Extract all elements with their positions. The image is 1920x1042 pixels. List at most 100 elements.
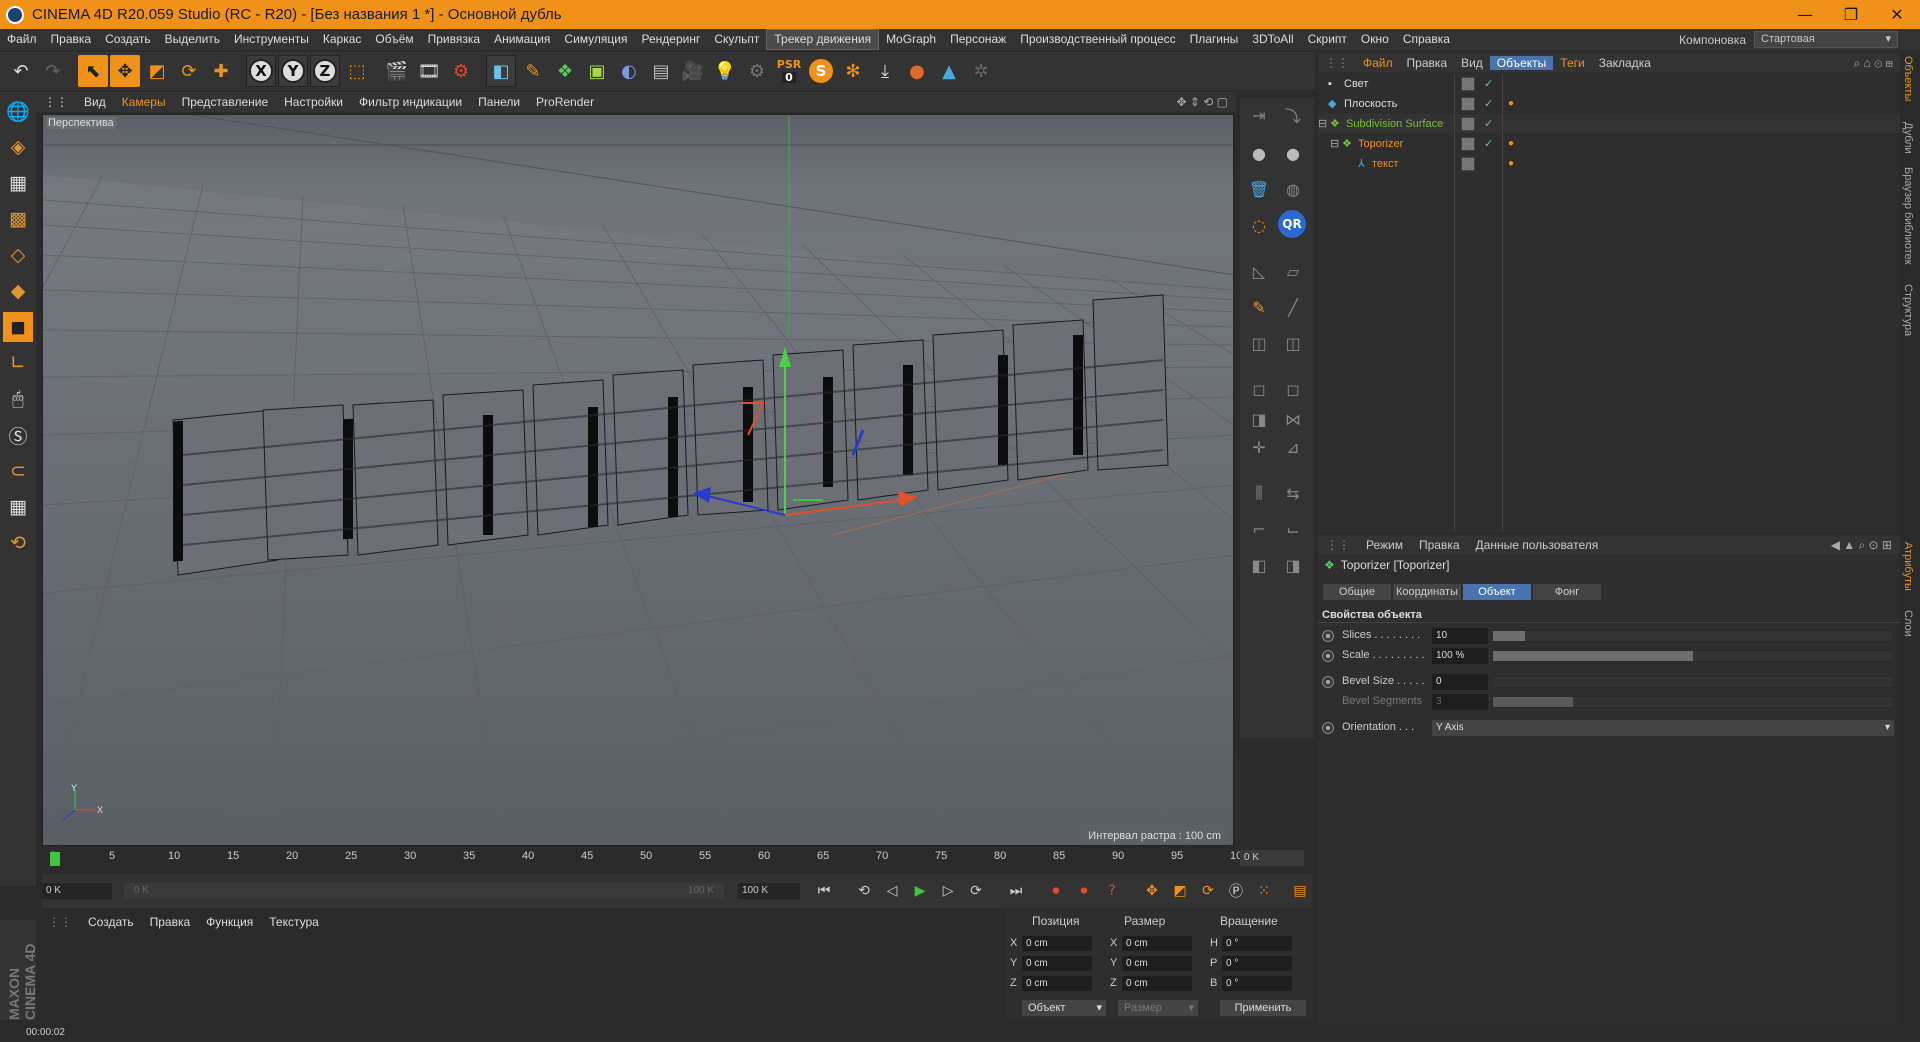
tweak-mode-icon[interactable]: 🖱	[3, 384, 33, 414]
menu-motion-tracker[interactable]: Трекер движения	[766, 29, 880, 50]
z-axis-lock-button[interactable]: Z	[310, 55, 340, 87]
enabled-check-icon[interactable]: ✓	[1484, 137, 1493, 150]
live-select-button[interactable]: ⬉	[78, 55, 108, 87]
prev-frame-button[interactable]: ◁	[880, 880, 904, 902]
bars-icon[interactable]: ⫼	[1244, 478, 1274, 508]
move-tool-button[interactable]: ✥	[110, 55, 140, 87]
visibility-dots-icon[interactable]	[1461, 116, 1475, 131]
qr-icon[interactable]: QR	[1278, 210, 1306, 238]
mm-menu-texture[interactable]: Текстура	[261, 915, 327, 929]
keyframe-selection-button[interactable]: ?	[1100, 880, 1124, 902]
viewport-menu-display[interactable]: Представление	[174, 95, 277, 109]
timeline-ruler[interactable]: 0510152025303540455055606570758085909510…	[42, 848, 1312, 870]
current-frame-field[interactable]: 0 K	[1240, 850, 1304, 866]
om-menu-view[interactable]: Вид	[1454, 56, 1490, 70]
knife-icon[interactable]: ╱	[1278, 292, 1308, 322]
om-menu-tags[interactable]: Теги	[1553, 56, 1591, 70]
subdivision-generator-button[interactable]: ❖	[550, 55, 580, 87]
psr-button[interactable]: PSR 0	[774, 55, 804, 87]
perspective-viewport[interactable]: Y X Перспектива Интервал растра : 100 cm	[42, 114, 1234, 846]
menu-render[interactable]: Рендеринг	[634, 29, 707, 50]
render-settings-button[interactable]: ⚙	[446, 55, 476, 87]
preview-range-slider[interactable]: 0 K 100 K	[124, 883, 724, 899]
viewport-menu-cameras[interactable]: Камеры	[114, 95, 174, 109]
rot-b-input[interactable]: 0 °	[1222, 976, 1292, 991]
material-tag-icon[interactable]: ●	[1508, 158, 1514, 169]
tab-phong[interactable]: Фонг	[1533, 584, 1601, 600]
menu-tools[interactable]: Инструменты	[227, 29, 316, 50]
polygons-mode-icon[interactable]: ◼	[3, 312, 33, 342]
deformer-button[interactable]: ◐	[614, 55, 644, 87]
model-mode-icon[interactable]: ◈	[3, 132, 33, 162]
close-button[interactable]: ✕	[1874, 5, 1920, 24]
key-param-button[interactable]: Ⓟ	[1224, 880, 1248, 902]
om-nav-icons[interactable]: ⌕ ⌂ ⊙ ⊞	[1847, 56, 1900, 71]
split-icon[interactable]: ⋈	[1278, 404, 1308, 434]
snapping-icon[interactable]: Ⓢ	[3, 420, 33, 450]
size-mode-select[interactable]: Размер ▾	[1118, 1000, 1198, 1016]
pos-x-input[interactable]: 0 cm	[1022, 936, 1092, 951]
keyframe-radio[interactable]	[1322, 676, 1334, 688]
menu-character[interactable]: Персонаж	[943, 29, 1013, 50]
array-cloner-button[interactable]: ▣	[582, 55, 612, 87]
tab-object[interactable]: Объект	[1463, 584, 1531, 600]
menu-simulate[interactable]: Симуляция	[557, 29, 634, 50]
menu-snap[interactable]: Привязка	[421, 29, 487, 50]
object-row-text[interactable]: ⅄ текст ●	[1318, 154, 1900, 173]
menu-mesh[interactable]: Каркас	[316, 29, 369, 50]
key-pla-button[interactable]: ⁙	[1252, 880, 1276, 902]
coord-mode-select[interactable]: Объект ▾	[1022, 1000, 1106, 1016]
viewport-menu-prorender[interactable]: ProRender	[528, 95, 602, 109]
settings-plugin-button[interactable]: ✲	[966, 55, 996, 87]
trash-icon[interactable]: 🗑	[1244, 174, 1274, 204]
menu-script[interactable]: Скрипт	[1301, 29, 1354, 50]
crosshair-icon[interactable]: ✛	[1244, 432, 1274, 462]
cube-side-icon[interactable]: ◨	[1244, 404, 1274, 434]
mm-menu-function[interactable]: Функция	[198, 915, 261, 929]
start-frame-field[interactable]: 0 K	[42, 883, 112, 899]
visibility-dots-icon[interactable]	[1461, 76, 1475, 91]
frame-icon[interactable]: ⤵	[1278, 100, 1308, 130]
dock-arrow-icon[interactable]: ⇥	[1244, 100, 1274, 130]
magnet-icon[interactable]: ⊂	[3, 456, 33, 486]
arrows-icon[interactable]: ⇆	[1278, 478, 1308, 508]
circle-dotted-icon[interactable]: ◌	[1244, 210, 1274, 240]
floor-button[interactable]: ▤	[646, 55, 676, 87]
menu-file[interactable]: Файл	[0, 29, 44, 50]
menu-mograph[interactable]: MoGraph	[879, 29, 943, 50]
rot-p-input[interactable]: 0 °	[1222, 956, 1292, 971]
visibility-dots-icon[interactable]	[1461, 96, 1475, 111]
cube-open-icon[interactable]: ◻	[1278, 374, 1308, 404]
visibility-dots-icon[interactable]	[1461, 156, 1475, 171]
visibility-dots-icon[interactable]	[1461, 136, 1475, 151]
menu-window[interactable]: Окно	[1354, 29, 1396, 50]
drop-to-floor-button[interactable]: ⤓	[870, 55, 900, 87]
material-tag-icon[interactable]: ●	[1508, 98, 1514, 109]
size-x-input[interactable]: 0 cm	[1122, 936, 1192, 951]
side-tab-content-browser[interactable]: Браузер библиотек	[1902, 167, 1914, 265]
slices-input[interactable]: 10	[1432, 628, 1488, 644]
bevel-size-input[interactable]: 0	[1432, 674, 1488, 690]
am-menu-edit[interactable]: Правка	[1411, 538, 1468, 552]
om-menu-file[interactable]: Файл	[1356, 56, 1400, 70]
menu-volume[interactable]: Объём	[368, 29, 420, 50]
enabled-check-icon[interactable]: ✓	[1484, 117, 1493, 130]
scale-slider[interactable]	[1492, 650, 1894, 662]
viewport-nav-icons[interactable]: ✥ ⇕ ⟲ ▢	[1168, 95, 1236, 109]
pos-z-input[interactable]: 0 cm	[1022, 976, 1092, 991]
side-tab-attributes[interactable]: Атрибуты	[1902, 542, 1914, 591]
menu-help[interactable]: Справка	[1396, 29, 1457, 50]
cone-button[interactable]: ▲	[934, 55, 964, 87]
go-to-start-button[interactable]: ⏮	[812, 880, 836, 902]
slices-slider[interactable]	[1492, 630, 1894, 642]
pen-spline-button[interactable]: ✎	[518, 55, 548, 87]
camera-button[interactable]: 🎥	[678, 55, 708, 87]
sphere-material-icon[interactable]: ●	[1244, 138, 1274, 168]
redo-button[interactable]: ↷	[38, 55, 68, 87]
key-rotation-button[interactable]: ⟳	[1196, 880, 1220, 902]
menu-pipeline[interactable]: Производственный процесс	[1013, 29, 1182, 50]
rot-h-input[interactable]: 0 °	[1222, 936, 1292, 951]
s-script-button[interactable]: S	[806, 55, 836, 87]
layout-select[interactable]: Стартовая ▾	[1754, 31, 1898, 48]
cube3-icon[interactable]: ◧	[1244, 550, 1274, 580]
